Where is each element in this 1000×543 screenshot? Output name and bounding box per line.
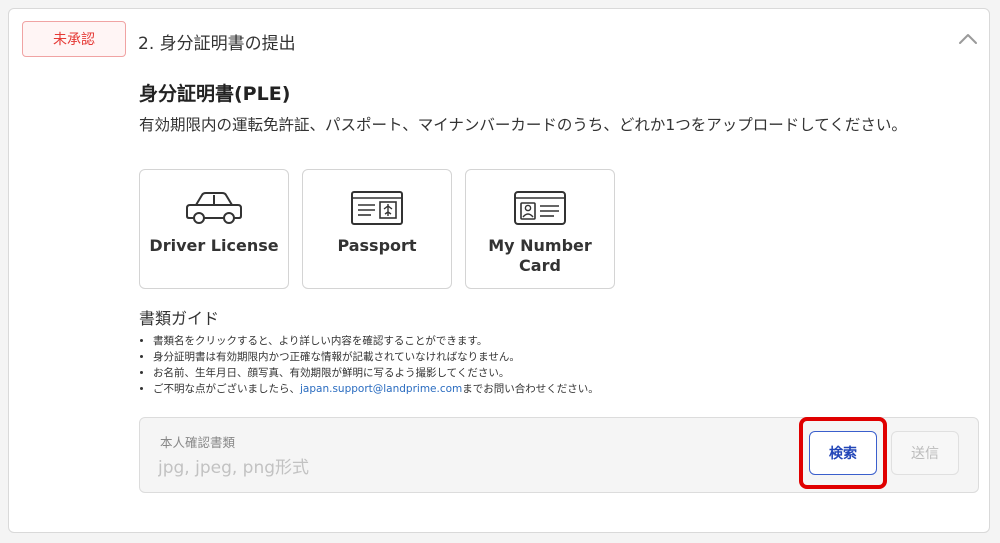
- section-title: 2. 身分証明書の提出: [138, 34, 296, 54]
- section-header[interactable]: 未承認 2. 身分証明書の提出: [9, 9, 989, 71]
- doc-card-label: Driver License: [149, 236, 279, 255]
- support-email-link[interactable]: japan.support@landprime.com: [300, 383, 462, 395]
- document-title: 身分証明書(PLE): [139, 83, 291, 105]
- doc-card-driver-license[interactable]: Driver License: [139, 169, 289, 289]
- car-icon: [186, 192, 242, 224]
- doc-card-label: Passport: [337, 236, 417, 255]
- guide-list: 書類名をクリックすると、より詳しい内容を確認することができます。 身分証明書は有…: [139, 333, 599, 397]
- passport-icon: [351, 191, 403, 225]
- identity-section-panel: 未承認 2. 身分証明書の提出 身分証明書(PLE) 有効期限内の運転免許証、パ…: [8, 8, 990, 533]
- guide-item: お名前、生年月日、顔写真、有効期限が鮮明に写るよう撮影してください。: [153, 365, 599, 381]
- doc-card-my-number-card[interactable]: My Number Card: [465, 169, 615, 289]
- contact-suffix: までお問い合わせください。: [462, 383, 599, 395]
- guide-item: 書類名をクリックすると、より詳しい内容を確認することができます。: [153, 333, 599, 349]
- submit-button[interactable]: 送信: [891, 431, 959, 475]
- doc-card-label: My Number Card: [488, 236, 592, 275]
- upload-file-input[interactable]: [158, 454, 758, 482]
- guide-item: 身分証明書は有効期限内かつ正確な情報が記載されていなければなりません。: [153, 349, 599, 365]
- collapse-toggle[interactable]: [955, 26, 981, 52]
- search-button[interactable]: 検索: [809, 431, 877, 475]
- document-description: 有効期限内の運転免許証、パスポート、マイナンバーカードのうち、どれか1つをアップ…: [139, 116, 907, 134]
- chevron-up-icon: [959, 34, 977, 44]
- id-card-icon: [514, 191, 566, 225]
- guide-title: 書類ガイド: [139, 309, 220, 328]
- upload-label: 本人確認書類: [160, 435, 236, 450]
- doc-card-passport[interactable]: Passport: [302, 169, 452, 289]
- guide-item-contact: ご不明な点がございましたら、japan.support@landprime.co…: [153, 381, 599, 397]
- contact-prefix: ご不明な点がございましたら、: [153, 383, 300, 395]
- status-badge: 未承認: [22, 21, 126, 57]
